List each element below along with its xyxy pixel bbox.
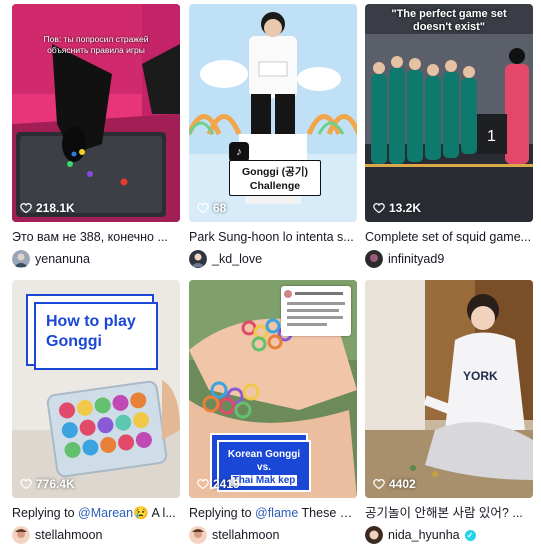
overlay-line: Gonggi	[46, 333, 102, 350]
avatar[interactable]	[189, 526, 207, 544]
video-caption[interactable]: Park Sung-hoon lo intenta s...	[189, 229, 357, 245]
video-caption[interactable]: Complete set of squid game...	[365, 229, 533, 245]
video-card[interactable]: YORK 4402 공기놀이 안해본 사람 있어? ... nida_hyunh…	[365, 280, 533, 544]
video-card[interactable]: How to play Gonggi 776.4K Replying to @M…	[12, 280, 180, 544]
heart-outline-icon	[373, 479, 385, 490]
verified-check-icon: ✓	[464, 529, 476, 541]
video-author[interactable]: infinityad9	[365, 250, 533, 268]
svg-text:1: 1	[487, 128, 496, 145]
like-count: 2419	[197, 477, 240, 491]
thumbnail-image: YORK	[365, 280, 533, 498]
author-name[interactable]: _kd_love	[212, 252, 262, 266]
author-name[interactable]: yenanuna	[35, 252, 90, 266]
avatar[interactable]	[189, 250, 207, 268]
video-card[interactable]: 1 "The perfect game set doesn't exist" 1…	[365, 4, 533, 268]
video-card[interactable]: Korean Gonggi vs. Thai Mak kep 2419 Repl…	[189, 280, 357, 544]
video-card[interactable]: Пов: ты попросил стражей объяснить прави…	[12, 4, 180, 268]
video-overlay-label: Gonggi (공기) Challenge	[229, 160, 321, 196]
video-thumbnail[interactable]: 1 "The perfect game set doesn't exist" 1…	[365, 4, 533, 222]
caption-mention-link[interactable]: @Marean😢	[78, 506, 149, 520]
video-overlay-text: "The perfect game set doesn't exist"	[391, 8, 507, 33]
video-thumbnail[interactable]: How to play Gonggi 776.4K	[12, 280, 180, 498]
video-overlay-box: How to play Gonggi	[34, 302, 158, 370]
caption-suffix: A l...	[148, 506, 176, 520]
avatar[interactable]	[365, 526, 383, 544]
video-caption[interactable]: 공기놀이 안해본 사람 있어? ...	[365, 505, 533, 521]
avatar[interactable]	[365, 250, 383, 268]
heart-outline-icon	[373, 203, 385, 214]
heart-outline-icon	[197, 479, 209, 490]
caption-mention-link[interactable]: @flame	[255, 506, 298, 520]
author-name[interactable]: stellahmoon	[35, 528, 102, 542]
video-author[interactable]: yenanuna	[12, 250, 180, 268]
heart-outline-icon	[197, 203, 209, 214]
like-count: 4402	[373, 477, 416, 491]
like-count: 68	[197, 201, 226, 215]
video-author[interactable]: nida_hyunha ✓	[365, 526, 533, 544]
like-count: 776.4K	[20, 477, 75, 491]
overlay-subtitle: Challenge	[249, 180, 301, 192]
avatar[interactable]	[12, 250, 30, 268]
like-count-value: 2419	[213, 477, 240, 491]
like-count-value: 776.4K	[36, 477, 75, 491]
video-thumbnail[interactable]: Korean Gonggi vs. Thai Mak kep 2419	[189, 280, 357, 498]
caption-prefix: Replying to	[12, 506, 79, 520]
like-count: 13.2K	[373, 201, 421, 215]
reply-comment-bubble	[281, 286, 351, 336]
video-author[interactable]: stellahmoon	[189, 526, 357, 544]
overlay-title: Gonggi (공기)	[242, 166, 308, 178]
author-name[interactable]: infinityad9	[388, 252, 444, 266]
video-caption[interactable]: Replying to @flame These w...	[189, 505, 357, 521]
video-author[interactable]: stellahmoon	[12, 526, 180, 544]
video-thumbnail[interactable]: ♪ Gonggi (공기) Challenge 68	[189, 4, 357, 222]
overlay-line: Thai Mak kep	[230, 475, 298, 486]
comment-preview	[284, 290, 345, 326]
video-thumbnail[interactable]: YORK 4402	[365, 280, 533, 498]
like-count: 218.1K	[20, 201, 75, 215]
heart-outline-icon	[20, 479, 32, 490]
video-caption[interactable]: Replying to @Marean😢 A l...	[12, 505, 180, 521]
overlay-line: Korean Gonggi	[227, 449, 301, 460]
svg-text:YORK: YORK	[463, 369, 498, 383]
avatar[interactable]	[12, 526, 30, 544]
author-name[interactable]: stellahmoon	[212, 528, 279, 542]
video-author[interactable]: _kd_love	[189, 250, 357, 268]
heart-outline-icon	[20, 203, 32, 214]
like-count-value: 68	[213, 201, 227, 215]
video-thumbnail[interactable]: Пов: ты попросил стражей объяснить прави…	[12, 4, 180, 222]
author-name[interactable]: nida_hyunha	[388, 528, 460, 542]
video-overlay-text: How to play Gonggi	[46, 312, 136, 352]
overlay-line: vs.	[257, 462, 271, 473]
thumbnail-image: 1	[365, 4, 533, 222]
tiktok-logo-icon: ♪	[229, 142, 249, 162]
like-count-value: 218.1K	[36, 201, 75, 215]
video-caption[interactable]: Это вам не 388, конечно ...	[12, 229, 180, 245]
overlay-line: How to play	[46, 313, 136, 330]
caption-suffix: These w...	[298, 506, 357, 520]
like-count-value: 4402	[389, 477, 416, 491]
like-count-value: 13.2K	[389, 201, 422, 215]
video-overlay-text: Пов: ты попросил стражей объяснить прави…	[43, 34, 149, 55]
video-card[interactable]: ♪ Gonggi (공기) Challenge 68 Park Sung-hoo…	[189, 4, 357, 268]
caption-prefix: Replying to	[189, 506, 256, 520]
